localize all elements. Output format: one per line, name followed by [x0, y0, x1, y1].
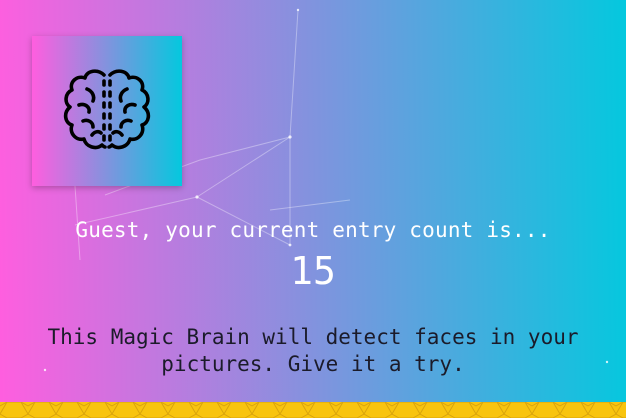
description-line-1: This Magic Brain will detect faces in yo…	[47, 325, 579, 349]
image-input-form-edge	[0, 402, 626, 418]
honeycomb-pattern	[0, 402, 626, 418]
app-description: This Magic Brain will detect faces in yo…	[0, 324, 626, 378]
entry-count-value: 15	[290, 249, 336, 293]
logo[interactable]	[32, 36, 182, 186]
entry-count-message: Guest, your current entry count is...	[75, 218, 551, 242]
description-line-2: pictures. Give it a try.	[161, 352, 465, 376]
brain-icon	[63, 69, 151, 150]
